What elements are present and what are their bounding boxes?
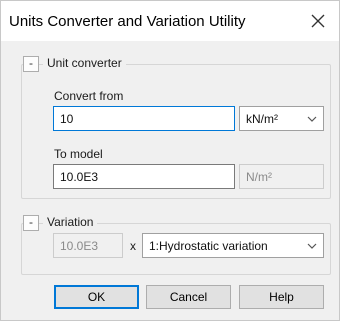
ok-button[interactable]: OK <box>54 285 139 309</box>
variation-type-select[interactable]: 1:Hydrostatic variation <box>142 233 324 258</box>
to-model-unit-value: N/m² <box>246 169 272 184</box>
convert-from-unit-value: kN/m² <box>246 111 278 126</box>
close-button[interactable] <box>303 7 333 35</box>
variation-legend: Variation <box>43 215 98 229</box>
to-model-unit-select: N/m² <box>239 164 324 189</box>
convert-from-label: Convert from <box>54 89 124 103</box>
chevron-down-icon <box>307 116 317 122</box>
units-converter-dialog: Units Converter and Variation Utility - … <box>0 0 340 321</box>
variation-collapse-button[interactable]: - <box>23 215 39 231</box>
help-button[interactable]: Help <box>239 285 324 309</box>
variation-value-input <box>53 233 123 258</box>
to-model-label: To model <box>54 147 103 161</box>
convert-from-unit-select[interactable]: kN/m² <box>239 106 324 131</box>
unit-converter-legend: Unit converter <box>43 56 126 70</box>
title-bar: Units Converter and Variation Utility <box>1 1 339 41</box>
chevron-down-icon <box>307 243 317 249</box>
to-model-input[interactable] <box>53 164 235 189</box>
unit-converter-collapse-button[interactable]: - <box>23 56 39 72</box>
close-icon <box>311 14 325 28</box>
cancel-button[interactable]: Cancel <box>146 285 231 309</box>
window-title: Units Converter and Variation Utility <box>9 13 246 30</box>
variation-type-value: 1:Hydrostatic variation <box>149 238 268 253</box>
multiply-sign: x <box>130 239 136 253</box>
convert-from-input[interactable] <box>53 106 235 131</box>
